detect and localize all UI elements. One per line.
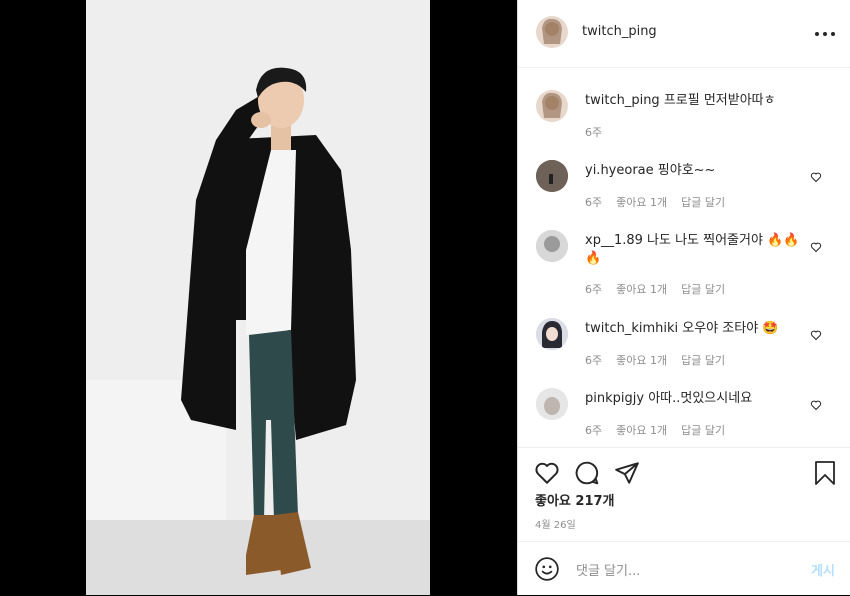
comment-time[interactable]: 6주 — [585, 424, 602, 437]
comment-time[interactable]: 6주 — [585, 283, 602, 296]
post-comment-button[interactable]: 게시 — [811, 560, 835, 579]
comment-like-heart-icon[interactable] — [810, 241, 822, 253]
author-avatar[interactable] — [536, 16, 568, 48]
comment-likes[interactable]: 좋아요 1개 — [616, 196, 667, 209]
comment-item: yi.hyeorae 핑야호~~ 6주 좋아요 1개 답글 달기 — [536, 160, 836, 210]
smiley-icon[interactable] — [534, 556, 560, 582]
comment-item: pinkpigjy 아따..멋있으시네요 6주 좋아요 1개 답글 달기 — [536, 388, 836, 438]
comment-username[interactable]: xp__1.89 — [585, 233, 643, 248]
heart-icon[interactable] — [534, 460, 560, 486]
post-header: twitch_ping — [518, 0, 850, 68]
post-media-area — [0, 0, 517, 595]
caption-text: 프로필 먼저받아따ㅎ — [663, 93, 776, 108]
comment-likes[interactable]: 좋아요 1개 — [616, 283, 667, 296]
comment-item: twitch_kimhiki 오우야 조타야 🤩 6주 좋아요 1개 답글 달기 — [536, 318, 836, 368]
commenter-avatar[interactable] — [536, 318, 568, 350]
comment-username[interactable]: twitch_kimhiki — [585, 321, 678, 336]
comment-reply-button[interactable]: 답글 달기 — [681, 196, 725, 209]
comment-meta: 6주 좋아요 1개 답글 달기 — [585, 352, 739, 368]
caption-avatar[interactable] — [536, 90, 568, 122]
author-username[interactable]: twitch_ping — [582, 24, 657, 39]
comment-meta: 6주 좋아요 1개 답글 달기 — [585, 194, 739, 210]
comment-text: 오우야 조타야 🤩 — [682, 321, 779, 336]
post-sidebar: twitch_ping twitch_ping 프로필 먼저받아따ㅎ 6주 yi… — [517, 0, 850, 595]
comment-reply-button[interactable]: 답글 달기 — [681, 424, 725, 437]
comment-item: xp__1.89 나도 나도 찍어줄거야 🔥🔥🔥 6주 좋아요 1개 답글 달기 — [536, 230, 836, 300]
comment-username[interactable]: pinkpigjy — [585, 391, 644, 406]
action-bar — [518, 447, 850, 485]
caption-text-block: twitch_ping 프로필 먼저받아따ㅎ — [585, 92, 805, 110]
post-date[interactable]: 4월 26일 — [535, 516, 576, 531]
paper-plane-icon[interactable] — [614, 460, 640, 486]
caption-time[interactable]: 6주 — [585, 126, 602, 139]
comment-text-block: xp__1.89 나도 나도 찍어줄거야 🔥🔥🔥 — [585, 232, 805, 268]
caption: twitch_ping 프로필 먼저받아따ㅎ 6주 — [536, 90, 836, 140]
comment-text: 핑야호~~ — [657, 163, 716, 178]
comment-like-heart-icon[interactable] — [810, 399, 822, 411]
commenter-avatar[interactable] — [536, 388, 568, 420]
comment-time[interactable]: 6주 — [585, 354, 602, 367]
likes-count[interactable]: 좋아요 217개 — [535, 490, 615, 509]
commenter-avatar[interactable] — [536, 160, 568, 192]
caption-username[interactable]: twitch_ping — [585, 93, 660, 108]
person-illustration — [86, 0, 430, 595]
comment-likes[interactable]: 좋아요 1개 — [616, 424, 667, 437]
more-options-icon[interactable] — [815, 24, 835, 44]
caption-meta: 6주 — [585, 124, 616, 140]
comment-username[interactable]: yi.hyeorae — [585, 163, 654, 178]
commenter-avatar[interactable] — [536, 230, 568, 262]
bookmark-icon[interactable] — [813, 460, 837, 486]
comment-like-heart-icon[interactable] — [810, 171, 822, 183]
comment-like-heart-icon[interactable] — [810, 329, 822, 341]
comment-time[interactable]: 6주 — [585, 196, 602, 209]
comment-input[interactable]: 댓글 달기... — [576, 560, 640, 579]
comment-meta: 6주 좋아요 1개 답글 달기 — [585, 422, 739, 438]
comment-reply-button[interactable]: 답글 달기 — [681, 283, 725, 296]
comment-icon[interactable] — [574, 460, 600, 486]
comment-text-block: pinkpigjy 아따..멋있으시네요 — [585, 390, 805, 408]
post-photo[interactable] — [86, 0, 430, 595]
comment-text: 아따..멋있으시네요 — [648, 391, 753, 406]
comment-text-block: yi.hyeorae 핑야호~~ — [585, 162, 805, 180]
comment-likes[interactable]: 좋아요 1개 — [616, 354, 667, 367]
comment-meta: 6주 좋아요 1개 답글 달기 — [585, 281, 739, 297]
add-comment-bar: 댓글 달기... 게시 — [518, 541, 850, 596]
comment-reply-button[interactable]: 답글 달기 — [681, 354, 725, 367]
comment-text-block: twitch_kimhiki 오우야 조타야 🤩 — [585, 320, 805, 338]
